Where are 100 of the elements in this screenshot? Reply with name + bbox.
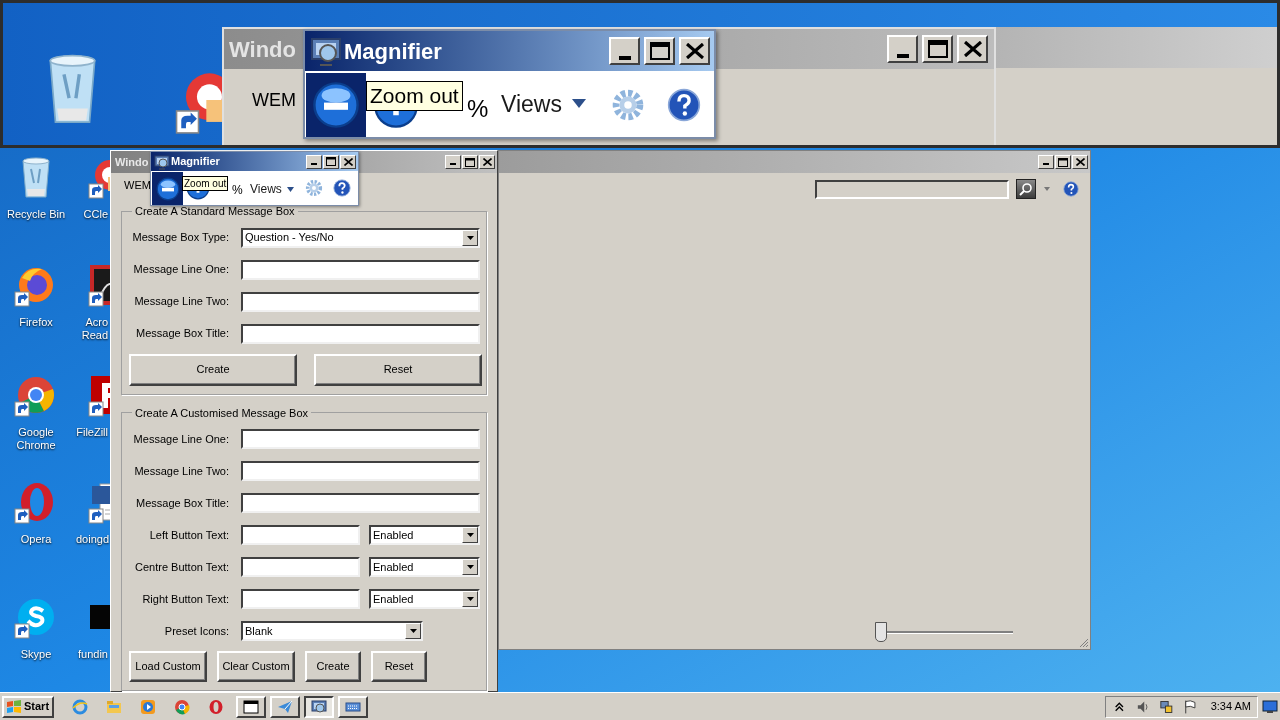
dropdown[interactable]: Enabled bbox=[369, 525, 480, 545]
icon-label[interactable]: doingd bbox=[76, 533, 108, 546]
field-label: Message Box Title: bbox=[135, 495, 229, 511]
button[interactable]: Create bbox=[129, 353, 297, 386]
views-menu[interactable]: Views bbox=[250, 180, 294, 198]
maximize-button[interactable] bbox=[644, 37, 675, 65]
window-title: Magnifier bbox=[344, 37, 442, 66]
browser-icon[interactable] bbox=[174, 698, 190, 715]
icon-label[interactable]: Firefox bbox=[3, 316, 69, 329]
close-button[interactable] bbox=[340, 154, 356, 169]
minimize-icon bbox=[618, 56, 631, 60]
close-button[interactable] bbox=[679, 37, 710, 65]
field-label: Right Button Text: bbox=[141, 591, 229, 607]
minimize-icon bbox=[896, 54, 909, 58]
menu-item[interactable]: WEM bbox=[252, 87, 296, 114]
button[interactable]: Clear Custom bbox=[217, 651, 295, 682]
network-icon[interactable] bbox=[1159, 698, 1174, 715]
caret-icon bbox=[466, 565, 474, 569]
maximize-button[interactable] bbox=[462, 155, 478, 169]
minimize-icon bbox=[311, 162, 317, 165]
close-button[interactable] bbox=[479, 155, 495, 169]
caret-icon bbox=[286, 186, 294, 192]
minimize-button[interactable] bbox=[445, 155, 461, 169]
minimize-button[interactable] bbox=[1038, 155, 1054, 169]
icon-label[interactable]: Opera bbox=[3, 533, 69, 546]
caret-icon bbox=[571, 99, 586, 110]
play-icon[interactable] bbox=[140, 698, 156, 715]
icon-label[interactable]: Recycle Bin bbox=[3, 208, 69, 221]
text-field[interactable] bbox=[241, 291, 480, 312]
icon-label[interactable]: Google Chrome bbox=[3, 426, 69, 452]
field-label: Message Line One: bbox=[132, 262, 229, 278]
minimize-button[interactable] bbox=[887, 35, 918, 63]
icon-label[interactable]: Acro Read bbox=[76, 316, 108, 342]
browser-icon[interactable] bbox=[208, 698, 224, 715]
dropdown-button[interactable] bbox=[462, 591, 478, 607]
minimize-button[interactable] bbox=[609, 37, 640, 65]
dropdown[interactable]: Question - Yes/No bbox=[241, 227, 480, 248]
start-button[interactable]: Start bbox=[2, 695, 54, 718]
text-field[interactable] bbox=[241, 557, 360, 577]
icon-label[interactable]: fundin bbox=[78, 648, 108, 661]
maximize-button[interactable] bbox=[323, 154, 339, 169]
caret-icon[interactable] bbox=[1044, 187, 1050, 191]
maximize-button[interactable] bbox=[1055, 155, 1071, 169]
dropdown-button[interactable] bbox=[462, 229, 478, 246]
field-label: Message Box Title: bbox=[135, 326, 229, 342]
minimize-icon bbox=[1043, 163, 1049, 165]
group-title: Create A Standard Message Box bbox=[134, 204, 296, 219]
close-button[interactable] bbox=[1072, 155, 1088, 169]
document-icon[interactable] bbox=[88, 263, 110, 307]
flag-icon[interactable] bbox=[1182, 698, 1198, 715]
text-field[interactable] bbox=[241, 589, 360, 609]
resize-grip-icon[interactable] bbox=[1079, 638, 1089, 648]
icon-label[interactable]: CCle bbox=[83, 208, 108, 221]
zoom-out-icon[interactable] bbox=[312, 81, 360, 129]
button[interactable]: Load Custom bbox=[129, 651, 207, 682]
field-label: Left Button Text: bbox=[148, 527, 229, 543]
window-title: Magnifier bbox=[171, 154, 220, 170]
text-field[interactable] bbox=[241, 525, 360, 545]
dropdown[interactable]: Enabled bbox=[369, 589, 480, 609]
search-button[interactable] bbox=[1016, 179, 1036, 199]
button[interactable]: Reset bbox=[371, 651, 427, 682]
slider-track[interactable] bbox=[875, 622, 1013, 642]
close-icon bbox=[1075, 158, 1085, 166]
help-icon[interactable] bbox=[1063, 181, 1079, 197]
dropdown-button[interactable] bbox=[462, 527, 478, 543]
caret-icon bbox=[409, 629, 417, 633]
taskbar-button[interactable] bbox=[304, 695, 334, 718]
icon-label[interactable]: Skype bbox=[3, 648, 69, 661]
maximize-button[interactable] bbox=[922, 35, 953, 63]
button[interactable]: Reset bbox=[314, 353, 482, 386]
field-label: Preset Icons: bbox=[163, 623, 229, 639]
slider-thumb[interactable] bbox=[875, 622, 887, 642]
icon-label[interactable]: FileZill bbox=[76, 426, 108, 439]
text-field[interactable] bbox=[241, 323, 480, 344]
button[interactable]: Create bbox=[305, 651, 361, 682]
monitor-icon bbox=[154, 153, 170, 170]
close-icon bbox=[963, 41, 982, 57]
paper-plane-icon bbox=[277, 698, 293, 715]
help-icon[interactable] bbox=[667, 88, 701, 122]
caret-icon bbox=[466, 235, 474, 240]
help-icon[interactable] bbox=[333, 179, 351, 197]
window-title: Windo bbox=[229, 35, 296, 64]
menu-item[interactable]: WEM bbox=[124, 176, 151, 194]
dropdown-button[interactable] bbox=[405, 623, 421, 639]
dropdown[interactable]: Enabled bbox=[369, 557, 480, 577]
dropdown-button[interactable] bbox=[462, 559, 478, 575]
maximize-icon bbox=[326, 157, 336, 166]
text-field[interactable] bbox=[241, 429, 480, 449]
show-desktop-icon[interactable] bbox=[1262, 699, 1278, 714]
text-field[interactable] bbox=[241, 259, 480, 280]
zoom-out-button[interactable] bbox=[306, 73, 366, 137]
search-field[interactable] bbox=[815, 180, 1009, 199]
group-title: Create A Customised Message Box bbox=[134, 405, 310, 421]
dropdown[interactable]: Blank bbox=[241, 621, 423, 641]
minimize-button[interactable] bbox=[306, 154, 322, 169]
views-menu[interactable]: Views bbox=[501, 87, 586, 122]
text-field[interactable] bbox=[241, 461, 480, 481]
tooltip: Zoom out bbox=[366, 81, 463, 111]
close-button[interactable] bbox=[957, 35, 988, 63]
text-field[interactable] bbox=[241, 493, 480, 513]
